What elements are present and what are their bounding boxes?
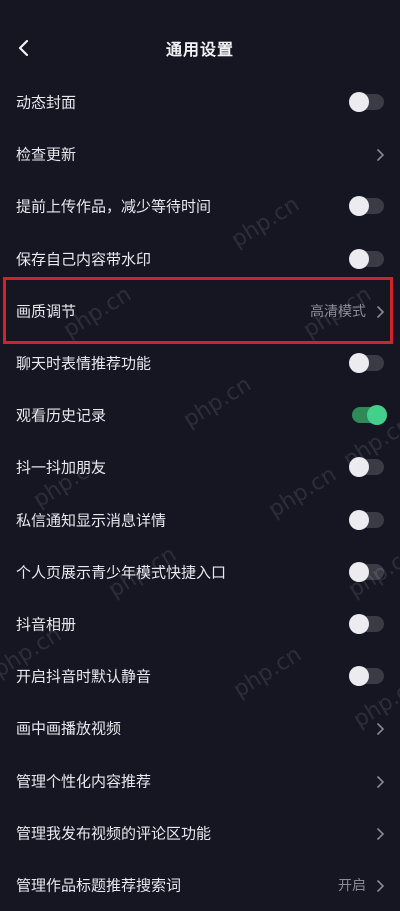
setting-row[interactable]: 画中画播放视频 [0,702,400,754]
setting-row[interactable]: 检查更新 [0,128,400,180]
toggle-knob [349,353,369,374]
setting-label: 管理我发布视频的评论区功能 [16,824,212,843]
setting-label: 抖音相册 [16,615,77,634]
setting-row[interactable]: 保存自己内容带水印 [0,233,400,285]
setting-label: 动态封面 [16,93,77,112]
setting-row[interactable]: 管理我发布视频的评论区功能 [0,807,400,859]
setting-row[interactable]: 管理作品标题推荐搜索词 开启 [0,859,400,911]
setting-row[interactable]: 抖音相册 [0,598,400,650]
toggle-switch[interactable] [349,196,384,217]
setting-label: 聊天时表情推荐功能 [16,354,152,373]
toggle-knob [349,509,369,530]
setting-label: 提前上传作品，减少等待时间 [16,197,212,216]
setting-row[interactable]: 抖一抖加朋友 [0,441,400,493]
setting-label: 管理个性化内容推荐 [16,772,152,791]
toggle-switch[interactable] [349,457,384,478]
setting-label: 观看历史记录 [16,406,107,425]
toggle-switch[interactable] [349,353,384,374]
setting-row[interactable]: 动态封面 [0,76,400,128]
setting-row[interactable]: 个人页展示青少年模式快捷入口 [0,546,400,598]
setting-row[interactable]: 观看历史记录 [0,389,400,441]
setting-row[interactable]: 开启抖音时默认静音 [0,650,400,702]
setting-label: 检查更新 [16,145,77,164]
toggle-switch[interactable] [352,405,387,426]
setting-value: 开启 [338,877,366,894]
setting-label: 私信通知显示消息详情 [16,511,167,530]
settings-list: 动态封面检查更新提前上传作品，减少等待时间 保存自己内容带水印 画质调节 高清模式聊天… [0,76,400,911]
setting-label: 个人页展示青少年模式快捷入口 [16,563,227,582]
toggle-switch[interactable] [349,561,384,582]
setting-label: 开启抖音时默认静音 [16,667,152,686]
setting-row[interactable]: 私信通知显示消息详情 [0,494,400,546]
page-title: 通用设置 [165,40,234,59]
toggle-knob [349,92,369,113]
toggle-knob [349,248,369,269]
chevron-right-icon [375,826,385,840]
chevron-right-icon [375,878,385,892]
toggle-knob [349,561,369,582]
toggle-knob [349,457,369,478]
setting-row[interactable]: 提前上传作品，减少等待时间 [0,180,400,232]
chevron-right-icon [375,304,385,318]
toggle-switch[interactable] [349,666,384,687]
setting-row[interactable]: 画质调节 高清模式 [0,285,400,337]
toggle-switch[interactable] [349,92,384,113]
toggle-knob [367,405,387,426]
toggle-switch[interactable] [349,248,384,269]
toggle-knob [349,196,369,217]
setting-value: 高清模式 [310,303,366,320]
chevron-right-icon [375,147,385,162]
setting-label: 画中画播放视频 [16,719,122,738]
toggle-switch[interactable] [349,613,384,634]
toggle-knob [349,666,369,687]
setting-label: 画质调节 [16,302,77,321]
setting-label: 管理作品标题推荐搜索词 [16,876,182,895]
setting-row[interactable]: 聊天时表情推荐功能 [0,337,400,389]
toggle-knob [349,613,369,634]
setting-label: 抖一抖加朋友 [16,458,107,477]
toggle-switch[interactable] [349,509,384,530]
chevron-right-icon [375,774,385,788]
setting-row[interactable]: 管理个性化内容推荐 [0,754,400,806]
setting-label: 保存自己内容带水印 [16,250,152,269]
chevron-right-icon [375,721,385,736]
